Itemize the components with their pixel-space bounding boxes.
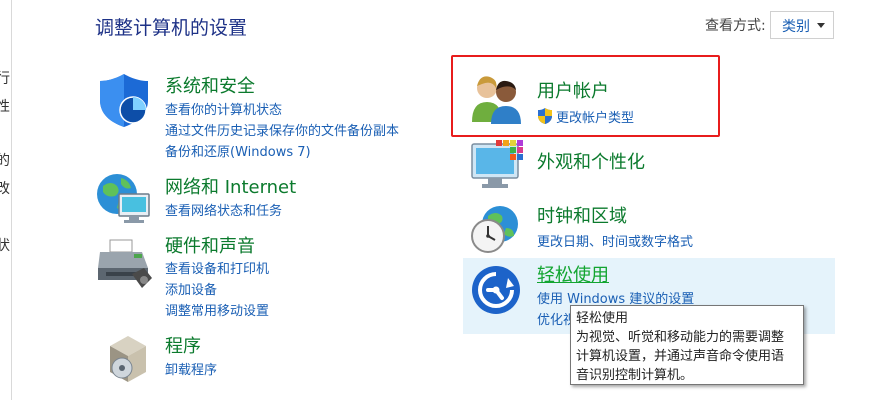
background-window-text: 行 [0,68,10,88]
ease-of-access-title[interactable]: 轻松使用 [537,261,694,287]
background-window-edge: 行 性 的 改 状 [0,0,12,400]
ease-of-access-tooltip: 轻松使用 为视觉、听觉和移动能力的需要调整 计算机设置，并通过声音命令使用语 音… [570,305,804,385]
clock-globe-icon[interactable] [470,204,524,256]
network-status-link[interactable]: 查看网络状态和任务 [165,201,296,222]
ease-of-access-icon[interactable] [470,264,522,316]
uninstall-program-link[interactable]: 卸载程序 [165,360,217,381]
programs-box-icon[interactable] [102,332,150,384]
view-computer-status-link[interactable]: 查看你的计算机状态 [165,100,399,121]
category-network: 网络和 Internet 查看网络状态和任务 [165,173,296,222]
mobility-settings-link[interactable]: 调整常用移动设置 [165,301,269,322]
tooltip-title: 轻松使用 [576,311,629,326]
view-by-value: 类别 [782,19,810,35]
printer-icon[interactable] [96,238,154,292]
category-hardware-sound: 硬件和声音 查看设备和打印机 添加设备 调整常用移动设置 [165,232,269,322]
category-appearance: 外观和个性化 [537,148,645,174]
page-title: 调整计算机的设置 [95,17,248,39]
background-window-text: 改 [0,178,10,198]
backup-restore-link[interactable]: 备份和还原(Windows 7) [165,142,399,163]
clock-region-title[interactable]: 时钟和区域 [537,202,693,228]
background-window-text: 性 [0,96,10,116]
change-date-time-format-link[interactable]: 更改日期、时间或数字格式 [537,232,693,253]
red-highlight-box [451,55,720,137]
network-globe-icon[interactable] [95,172,151,226]
system-security-title[interactable]: 系统和安全 [165,72,399,98]
programs-title[interactable]: 程序 [165,332,217,358]
tooltip-line: 音识别控制计算机。 [576,368,694,383]
appearance-title[interactable]: 外观和个性化 [537,148,645,174]
background-window-text: 状 [0,235,10,255]
add-device-link[interactable]: 添加设备 [165,280,269,301]
category-programs: 程序 卸载程序 [165,332,217,381]
monitor-personalization-icon[interactable] [468,138,526,192]
background-window-text: 的 [0,150,10,170]
tooltip-line: 为视觉、听觉和移动能力的需要调整 [576,330,785,345]
tooltip-line: 计算机设置，并通过声音命令使用语 [576,349,785,364]
view-by-label: 查看方式: [705,18,766,34]
network-title[interactable]: 网络和 Internet [165,173,296,199]
view-by-dropdown[interactable]: 类别 [770,11,834,39]
file-history-link[interactable]: 通过文件历史记录保存你的文件备份副本 [165,121,399,142]
category-system-security: 系统和安全 查看你的计算机状态 通过文件历史记录保存你的文件备份副本 备份和还原… [165,72,399,163]
category-clock-region: 时钟和区域 更改日期、时间或数字格式 [537,202,693,253]
chevron-down-icon [817,23,825,28]
shield-icon[interactable] [97,72,151,128]
hardware-sound-title[interactable]: 硬件和声音 [165,232,269,258]
devices-printers-link[interactable]: 查看设备和打印机 [165,259,269,280]
